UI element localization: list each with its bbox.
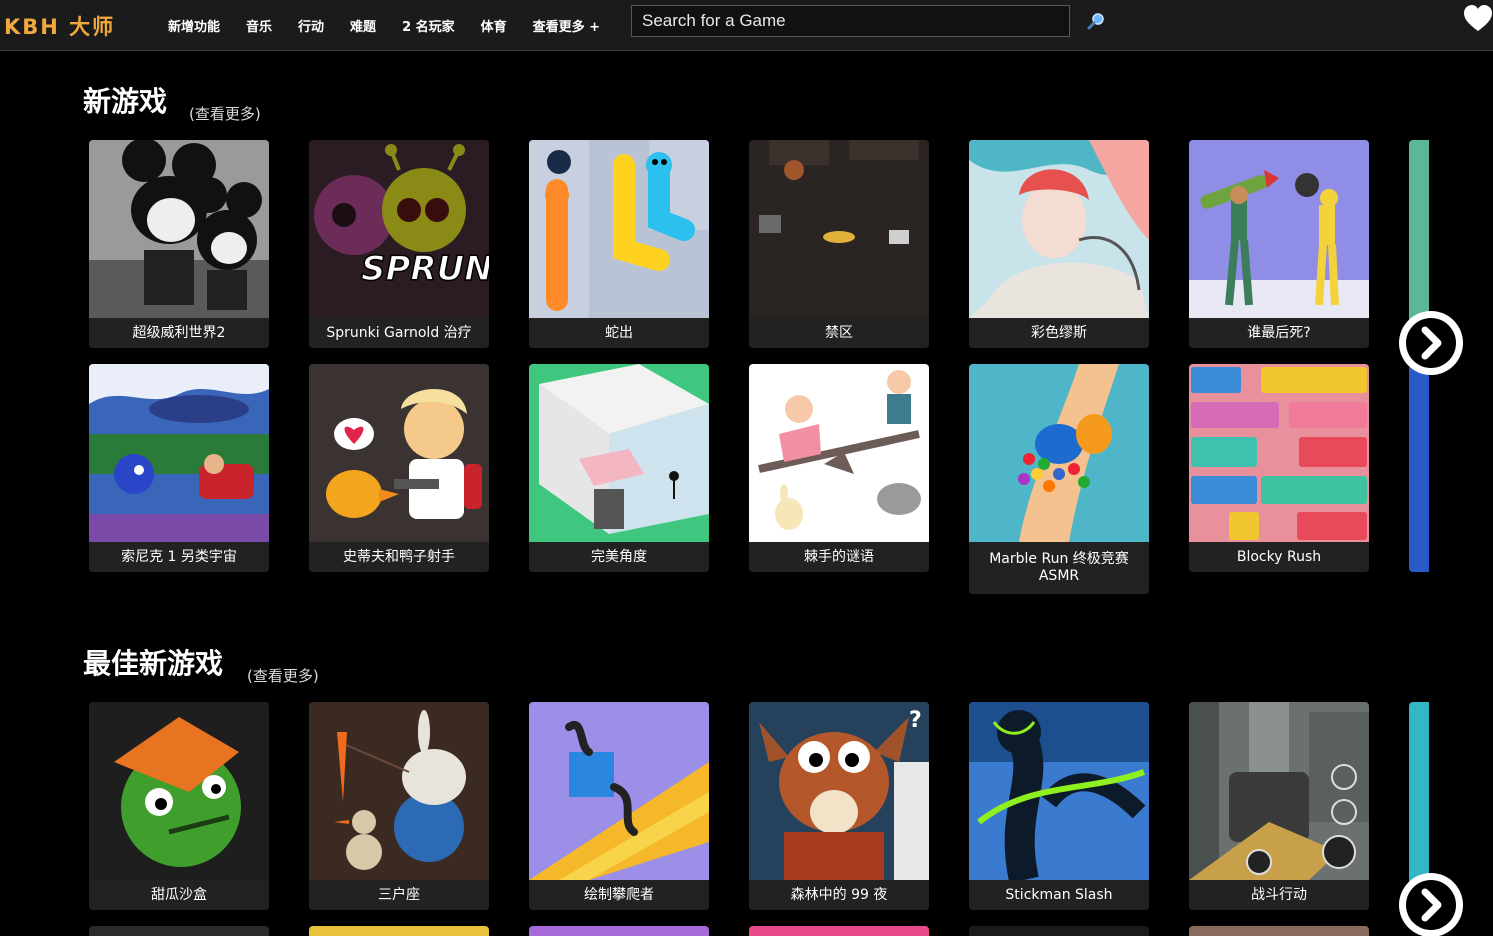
game-title: 森林中的 99 夜: [749, 880, 929, 910]
next-arrow-icon[interactable]: [1399, 311, 1463, 375]
main-nav: 新增功能 音乐 行动 难题 2 名玩家 体育 查看更多 +: [155, 0, 613, 51]
game-title: 蛇出: [529, 318, 709, 348]
nav-item-new[interactable]: 新增功能: [155, 16, 233, 35]
game-thumbnail: [89, 364, 269, 542]
game-card[interactable]: 蛇出: [529, 140, 709, 348]
game-thumbnail: [309, 364, 489, 542]
game-title: 索尼克 1 另类宇宙: [89, 542, 269, 572]
section-title-new-games: 新游戏: [83, 85, 168, 118]
game-thumbnail: [1189, 364, 1369, 542]
game-thumbnail: ?: [749, 702, 929, 880]
game-card[interactable]: 索尼克 1 另类宇宙: [89, 364, 269, 572]
game-card[interactable]: Marble Run 终极竞赛 ASMR: [969, 364, 1149, 594]
game-title: 绘制攀爬者: [529, 880, 709, 910]
game-card[interactable]: 完美角度: [529, 364, 709, 572]
game-thumbnail: [309, 702, 489, 880]
partial-game-card[interactable]: [749, 926, 929, 936]
game-title: Stickman Slash: [969, 880, 1149, 910]
game-card[interactable]: 超级威利世界2: [89, 140, 269, 348]
game-title: 甜瓜沙盒: [89, 880, 269, 910]
game-title: 禁区: [749, 318, 929, 348]
svg-text:?: ?: [909, 708, 922, 733]
search-input[interactable]: [631, 5, 1070, 37]
game-title: Marble Run 终极竞赛 ASMR: [969, 542, 1149, 594]
search-icon[interactable]: [1086, 11, 1106, 31]
game-thumbnail: [749, 364, 929, 542]
game-thumbnail: [89, 702, 269, 880]
game-card[interactable]: 三户座: [309, 702, 489, 910]
game-thumbnail: [529, 702, 709, 880]
partial-game-card[interactable]: [1409, 364, 1429, 572]
game-card[interactable]: ? 森林中的 99 夜: [749, 702, 929, 910]
game-card[interactable]: 谁最后死?: [1189, 140, 1369, 348]
nav-item-sports[interactable]: 体育: [468, 16, 520, 35]
game-card[interactable]: 禁区: [749, 140, 929, 348]
game-thumbnail: [529, 140, 709, 318]
partial-game-card[interactable]: [969, 926, 1149, 936]
game-thumbnail: [529, 364, 709, 542]
partial-game-card[interactable]: [529, 926, 709, 936]
partial-game-card[interactable]: [309, 926, 489, 936]
partial-game-card[interactable]: [1189, 926, 1369, 936]
game-title: 超级威利世界2: [89, 318, 269, 348]
game-title: Blocky Rush: [1189, 542, 1369, 572]
game-card[interactable]: 彩色缪斯: [969, 140, 1149, 348]
section-title-best-new-games: 最佳新游戏: [83, 647, 224, 680]
game-thumbnail: SPRUNKI: [309, 140, 489, 318]
game-card[interactable]: 甜瓜沙盒: [89, 702, 269, 910]
game-card[interactable]: 棘手的谜语: [749, 364, 929, 572]
next-arrow-icon[interactable]: [1399, 873, 1463, 936]
heart-icon[interactable]: [1463, 4, 1493, 34]
partial-game-card[interactable]: [89, 926, 269, 936]
game-title: 完美角度: [529, 542, 709, 572]
game-title: Sprunki Garnold 治疗: [309, 318, 489, 348]
svg-text:SPRUNKI: SPRUNKI: [361, 249, 489, 289]
nav-item-music[interactable]: 音乐: [233, 16, 285, 35]
game-title: 三户座: [309, 880, 489, 910]
game-card[interactable]: 绘制攀爬者: [529, 702, 709, 910]
nav-item-action[interactable]: 行动: [285, 16, 337, 35]
game-thumbnail: [89, 140, 269, 318]
game-title: 谁最后死?: [1189, 318, 1369, 348]
nav-item-puzzle[interactable]: 难题: [337, 16, 389, 35]
game-title: 战斗行动: [1189, 880, 1369, 910]
nav-item-2player[interactable]: 2 名玩家: [389, 16, 468, 35]
game-title: 史蒂夫和鸭子射手: [309, 542, 489, 572]
see-more-new-games[interactable]: (查看更多): [189, 103, 261, 124]
game-thumbnail: [969, 702, 1149, 880]
game-title: 彩色缪斯: [969, 318, 1149, 348]
game-title: 棘手的谜语: [749, 542, 929, 572]
game-thumbnail: [1189, 702, 1369, 880]
game-card[interactable]: Blocky Rush: [1189, 364, 1369, 572]
game-thumbnail: [969, 140, 1149, 318]
game-thumbnail: [1189, 140, 1369, 318]
game-card[interactable]: 史蒂夫和鸭子射手: [309, 364, 489, 572]
see-more-best-new-games[interactable]: (查看更多): [247, 665, 319, 686]
game-thumbnail: [969, 364, 1149, 542]
game-card[interactable]: SPRUNKI Sprunki Garnold 治疗: [309, 140, 489, 348]
top-header: KBH 大师 新增功能 音乐 行动 难题 2 名玩家 体育 查看更多 +: [0, 0, 1493, 51]
site-logo[interactable]: KBH 大师: [4, 11, 115, 41]
game-card[interactable]: Stickman Slash: [969, 702, 1149, 910]
nav-item-more[interactable]: 查看更多 +: [520, 16, 613, 35]
game-thumbnail: [749, 140, 929, 318]
game-card[interactable]: 战斗行动: [1189, 702, 1369, 910]
